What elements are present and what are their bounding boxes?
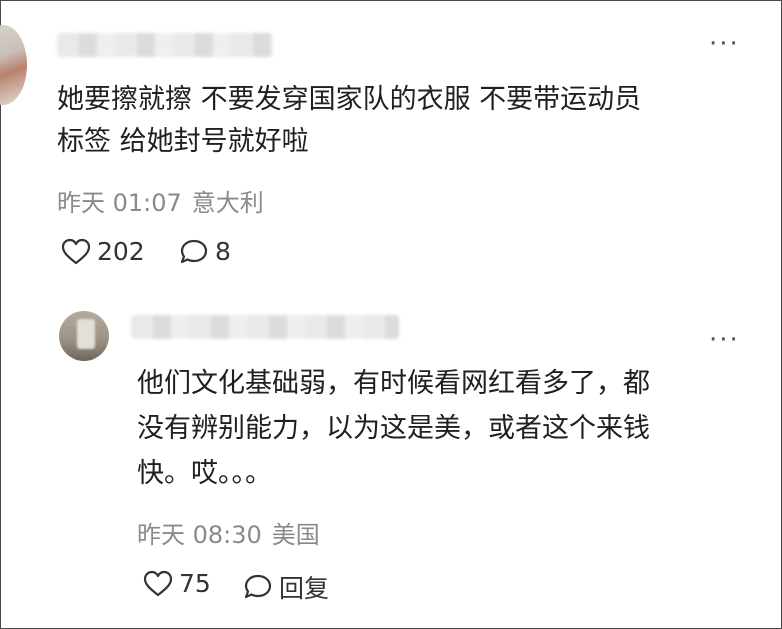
comment-text-line-1: 她要擦就擦 不要发穿国家队的衣服 不要带运动员 bbox=[57, 84, 642, 115]
replier-avatar[interactable] bbox=[59, 311, 109, 361]
heart-icon bbox=[143, 570, 173, 596]
reply-location: 美国 bbox=[271, 521, 320, 549]
replier-name-blurred[interactable] bbox=[131, 315, 399, 339]
comment-like-count: 202 bbox=[97, 237, 145, 266]
reply-reply-label: 回复 bbox=[279, 574, 330, 603]
reply-like-count: 75 bbox=[179, 569, 211, 598]
comment-meta: 昨天 01:07 意大利 bbox=[57, 183, 274, 218]
comment-date: 昨天 01:07 bbox=[57, 189, 182, 217]
reply-text-line-2: 没有辨别能力，以为这是美，或者这个来钱 bbox=[137, 413, 650, 444]
chat-bubble-icon bbox=[180, 239, 208, 263]
commenter-name-blurred[interactable] bbox=[57, 33, 273, 57]
comment-reply-button[interactable]: 8 bbox=[179, 237, 231, 266]
commenter-avatar[interactable] bbox=[0, 25, 27, 105]
reply-reply-button[interactable]: 回复 bbox=[243, 569, 329, 605]
comment-like-button[interactable]: 202 bbox=[61, 237, 145, 266]
reply-more-dots-icon[interactable]: ··· bbox=[709, 327, 740, 353]
comment-reply-count: 8 bbox=[215, 237, 231, 266]
comment-text-line-2: 标签 给她封号就好啦 bbox=[57, 126, 309, 157]
comment-location: 意大利 bbox=[191, 189, 264, 217]
more-dots-icon[interactable]: ··· bbox=[709, 31, 740, 57]
heart-icon bbox=[61, 238, 91, 264]
reply-text-line-3: 快。哎。。。 bbox=[137, 458, 272, 489]
reply-meta: 昨天 08:30 美国 bbox=[137, 515, 330, 550]
reply-like-button[interactable]: 75 bbox=[143, 569, 211, 598]
reply-date: 昨天 08:30 bbox=[137, 521, 262, 549]
comment-panel: ··· 她要擦就擦 不要发穿国家队的衣服 不要带运动员 标签 给她封号就好啦 昨… bbox=[0, 0, 782, 629]
reply-text-line-1: 他们文化基础弱，有时候看网红看多了，都 bbox=[137, 368, 650, 399]
chat-bubble-icon bbox=[244, 574, 272, 599]
